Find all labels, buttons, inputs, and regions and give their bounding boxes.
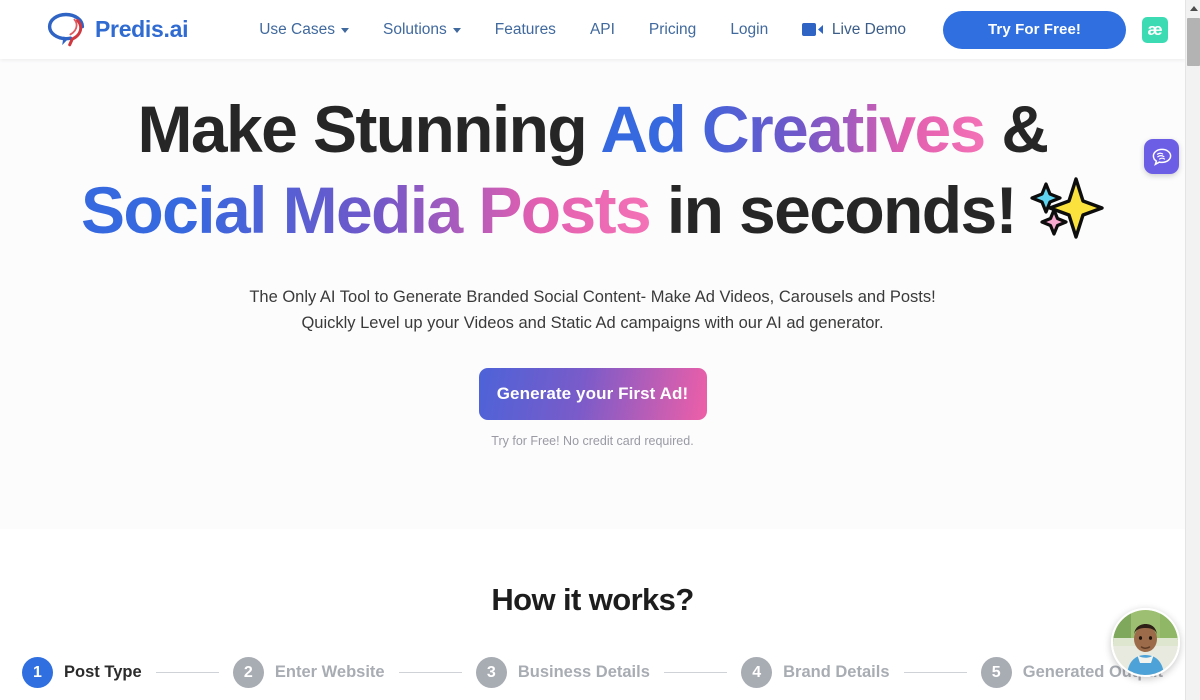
step-enter-website[interactable]: 2 Enter Website bbox=[232, 657, 385, 688]
step-number: 1 bbox=[22, 657, 53, 688]
nav-item-solutions[interactable]: Solutions bbox=[366, 21, 478, 39]
headline-line-1: Make Stunning Ad Creatives & bbox=[0, 89, 1185, 170]
cta-note: Try for Free! No credit card required. bbox=[491, 434, 694, 449]
nav-item-pricing[interactable]: Pricing bbox=[632, 21, 713, 39]
step-post-type[interactable]: 1 Post Type bbox=[22, 657, 142, 688]
chevron-down-icon bbox=[452, 28, 461, 33]
subtitle-line-1: The Only AI Tool to Generate Branded Soc… bbox=[249, 288, 936, 307]
headline-plain-2: in seconds! bbox=[650, 173, 1018, 248]
header-actions: Live Demo Try For Free! æ bbox=[801, 0, 1185, 59]
ae-badge-icon[interactable]: æ bbox=[1142, 16, 1168, 43]
nav-item-api[interactable]: API bbox=[573, 21, 632, 39]
step-connector bbox=[903, 672, 967, 673]
predis-speech-bubble-logo bbox=[47, 12, 85, 46]
nav-label: API bbox=[589, 20, 615, 38]
brand-logo[interactable]: Predis.ai bbox=[46, 11, 188, 49]
step-connector bbox=[663, 672, 728, 673]
brand-name: Predis.ai bbox=[95, 16, 189, 42]
scroll-up-arrow-icon[interactable] bbox=[1186, 0, 1200, 16]
user-avatar[interactable] bbox=[1111, 608, 1180, 677]
chevron-down-icon bbox=[341, 28, 349, 33]
brain-chat-bubble-icon bbox=[1152, 148, 1171, 166]
step-business-details[interactable]: 3 Business Details bbox=[475, 657, 650, 688]
page-root: Predis.ai Use Cases Solutions Features A… bbox=[0, 0, 1200, 700]
chat-widget-button[interactable] bbox=[1144, 139, 1179, 174]
nav-item-use-cases[interactable]: Use Cases bbox=[242, 21, 366, 39]
step-label: Business Details bbox=[517, 663, 650, 681]
user-avatar-photo bbox=[1113, 610, 1178, 675]
step-number: 2 bbox=[232, 657, 264, 688]
headline-gradient-1: Ad Creatives bbox=[600, 92, 986, 166]
step-connector bbox=[398, 672, 462, 673]
headline-line-2: Social Media Posts in seconds! bbox=[0, 170, 1185, 257]
step-brand-details[interactable]: 4 Brand Details bbox=[741, 657, 890, 688]
headline-gradient-2: Social Media Posts bbox=[81, 173, 652, 248]
nav-item-login[interactable]: Login bbox=[713, 21, 785, 39]
step-number: 5 bbox=[980, 657, 1012, 688]
headline-tail-1: & bbox=[984, 92, 1049, 166]
step-label: Post Type bbox=[64, 663, 142, 681]
subtitle-line-2: Quickly Level up your Videos and Static … bbox=[301, 313, 884, 332]
scrollbar-thumb[interactable] bbox=[1187, 18, 1200, 66]
step-number: 3 bbox=[475, 657, 507, 688]
generate-first-ad-button[interactable]: Generate your First Ad! bbox=[478, 368, 707, 421]
site-header: Predis.ai Use Cases Solutions Features A… bbox=[0, 0, 1185, 59]
how-it-works-title: How it works? bbox=[491, 582, 694, 617]
hero-cta-wrapper: Generate your First Ad! Try for Free! No… bbox=[0, 368, 1185, 448]
how-it-works-section: How it works? 1 Post Type 2 Enter Websit… bbox=[0, 529, 1185, 700]
nav-label: Features bbox=[494, 20, 556, 38]
nav-item-features[interactable]: Features bbox=[478, 21, 573, 39]
sparkles-emoji-icon bbox=[1028, 176, 1104, 257]
headline-plain-1: Make Stunning bbox=[137, 92, 601, 166]
progress-stepper: 1 Post Type 2 Enter Website 3 Business D… bbox=[0, 657, 1185, 688]
nav-label: Pricing bbox=[648, 20, 697, 38]
step-number: 4 bbox=[741, 657, 773, 688]
hero-headline: Make Stunning Ad Creatives & Social Medi… bbox=[0, 89, 1185, 257]
hero-section: Make Stunning Ad Creatives & Social Medi… bbox=[0, 59, 1185, 529]
hero-subtitle: The Only AI Tool to Generate Branded Soc… bbox=[0, 285, 1185, 336]
step-connector bbox=[155, 672, 219, 673]
try-for-free-button[interactable]: Try For Free! bbox=[943, 10, 1126, 49]
video-camera-icon bbox=[801, 23, 823, 36]
nav-label: Solutions bbox=[383, 20, 447, 38]
nav-label: Login bbox=[730, 20, 769, 38]
step-label: Brand Details bbox=[783, 663, 890, 681]
vertical-scrollbar[interactable] bbox=[1185, 0, 1200, 700]
main-nav: Use Cases Solutions Features API Pricing… bbox=[242, 21, 785, 39]
live-demo-link[interactable]: Live Demo bbox=[801, 20, 906, 39]
nav-label: Use Cases bbox=[259, 20, 335, 38]
live-demo-label: Live Demo bbox=[831, 20, 906, 38]
step-label: Enter Website bbox=[274, 663, 385, 681]
